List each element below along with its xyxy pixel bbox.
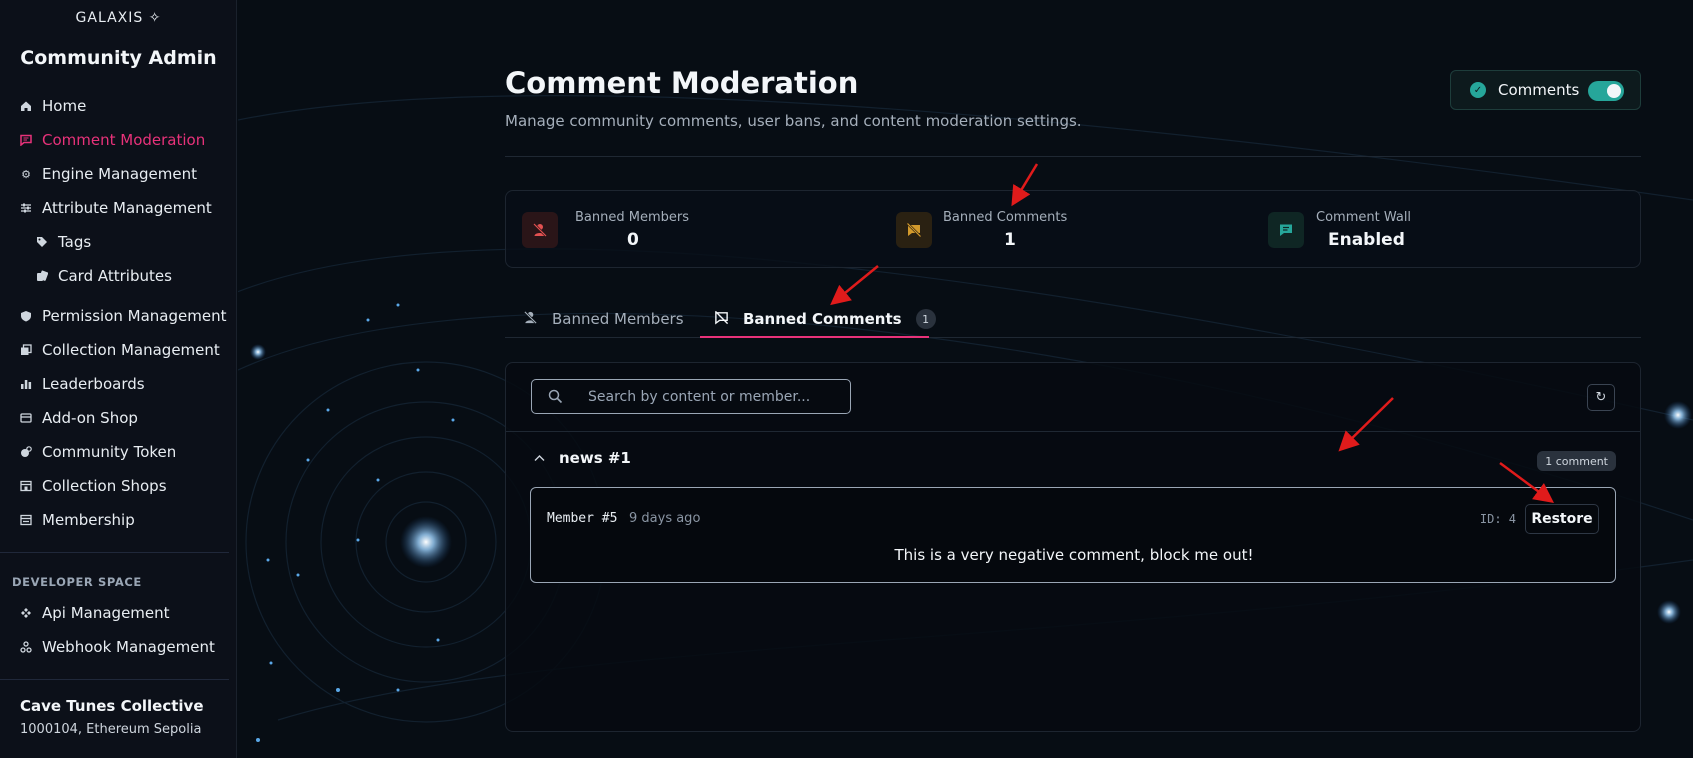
- annotation-arrow: [1338, 397, 1394, 452]
- annotation-arrow: [1499, 461, 1555, 503]
- annotation-arrow: [830, 265, 879, 306]
- annotation-arrow: [1011, 163, 1039, 207]
- annotation-arrows: [830, 163, 1555, 503]
